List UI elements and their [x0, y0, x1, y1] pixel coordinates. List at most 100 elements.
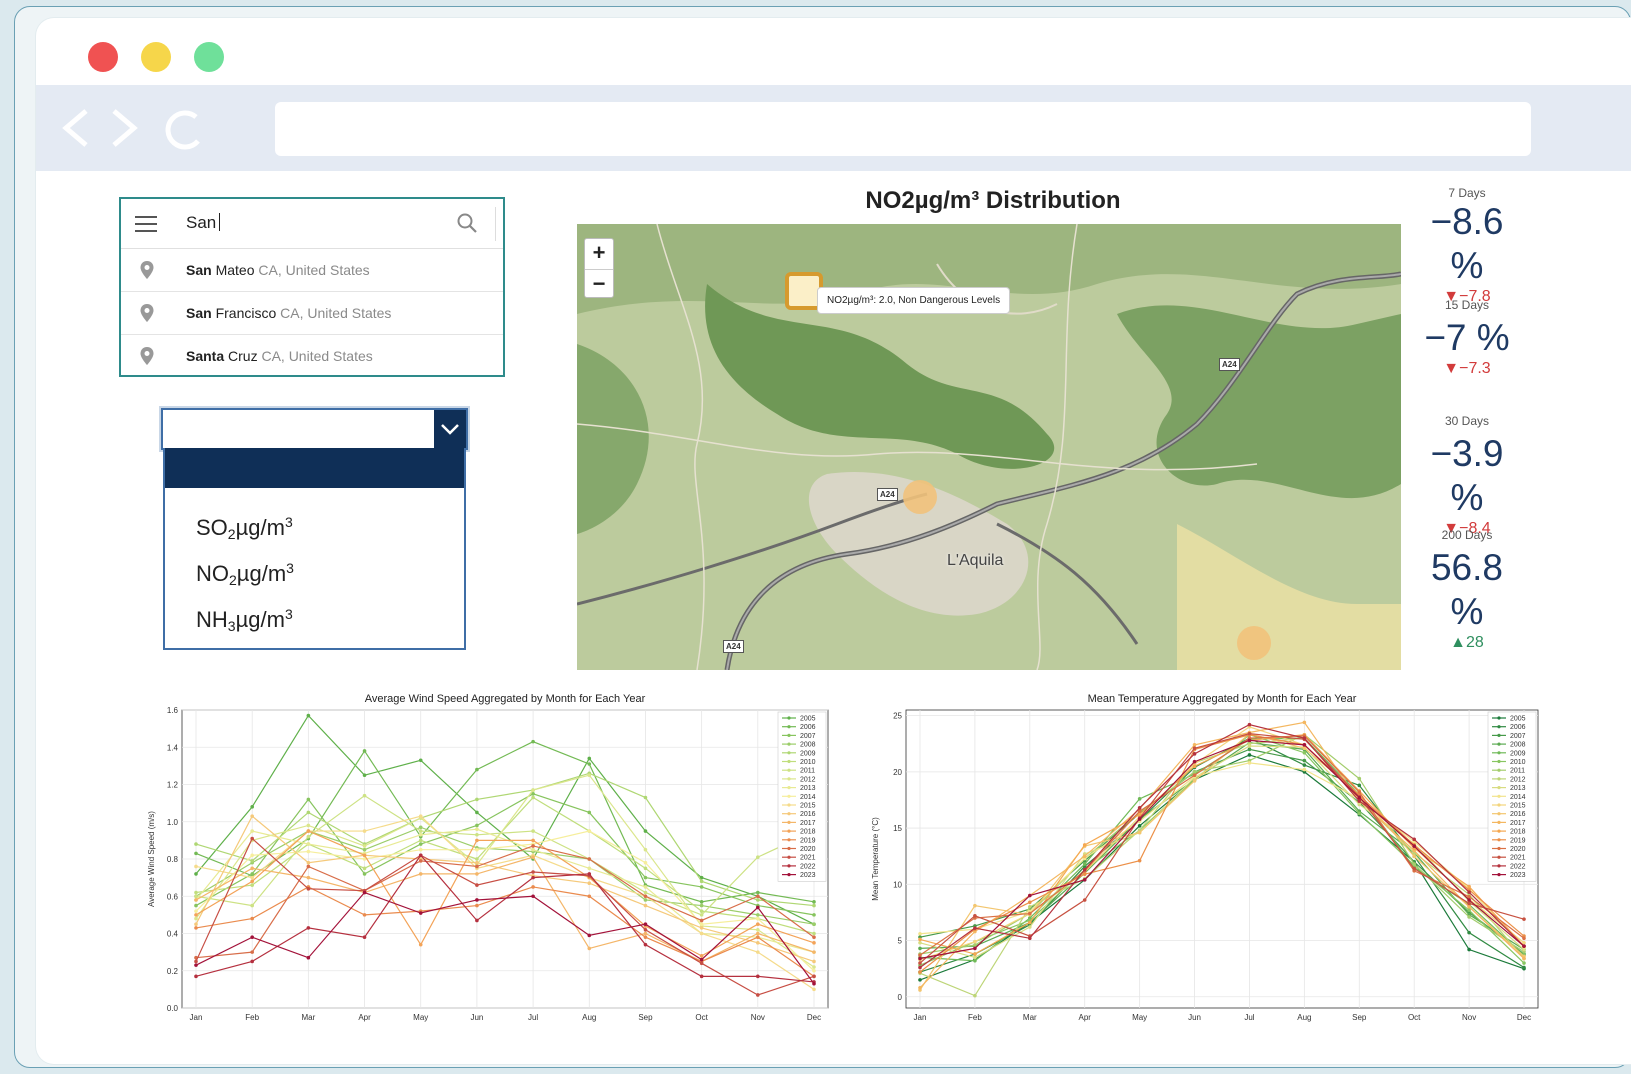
option-no2[interactable]: NO2µg/m3	[196, 560, 294, 588]
y-tick-label: 1.2	[167, 781, 179, 790]
data-point	[250, 853, 254, 858]
data-point	[475, 883, 479, 887]
data-point	[250, 814, 254, 818]
minimize-window-button[interactable]	[141, 42, 171, 72]
data-point	[1247, 731, 1252, 736]
data-point	[1522, 944, 1526, 948]
data-point	[1028, 936, 1032, 941]
data-point	[1082, 867, 1087, 872]
stat-30-days: 30 Days −3.9 % ▼−8.4	[1412, 414, 1522, 538]
legend-entry: 2012	[1510, 776, 1526, 783]
y-tick-label: 0	[898, 993, 903, 1002]
reload-icon[interactable]	[162, 107, 204, 158]
x-tick-label: Jul	[528, 1013, 538, 1022]
data-point	[306, 834, 311, 839]
data-point	[418, 872, 423, 876]
suggestion-location: CA, United States	[258, 262, 370, 278]
data-point	[643, 795, 648, 800]
suggestion-item[interactable]: San Francisco CA, United States	[121, 292, 503, 335]
city-label: L'Aquila	[947, 552, 1004, 569]
search-bar: San	[121, 199, 503, 249]
zoom-out-button[interactable]: −	[585, 269, 613, 299]
data-point	[1137, 797, 1142, 801]
legend-marker	[787, 716, 791, 720]
data-point	[1028, 925, 1032, 929]
x-tick-label: Oct	[695, 1013, 708, 1022]
option-so2[interactable]: SO2µg/m3	[196, 514, 293, 542]
data-point	[1302, 736, 1307, 740]
stat-15-days: 15 Days −7 % ▼−7.3	[1412, 298, 1522, 378]
data-point	[194, 974, 198, 979]
data-point	[531, 875, 535, 880]
chevron-down-icon[interactable]	[434, 410, 466, 448]
data-point	[531, 894, 535, 899]
legend-marker	[1497, 803, 1501, 807]
maximize-window-button[interactable]	[194, 42, 224, 72]
x-tick-label: Jan	[914, 1013, 927, 1022]
legend-entry: 2023	[1510, 872, 1526, 879]
highlighted-option[interactable]	[165, 448, 464, 488]
data-point	[250, 950, 254, 954]
data-point	[194, 959, 198, 964]
data-point	[699, 931, 704, 936]
suggestion-item[interactable]: San Mateo CA, United States	[121, 249, 503, 292]
suggestion-rest: Francisco	[211, 305, 277, 321]
data-point	[756, 898, 760, 902]
data-point	[587, 881, 592, 886]
data-point	[306, 810, 311, 815]
legend-entry: 2006	[800, 724, 816, 731]
data-point	[973, 952, 977, 956]
stat-value: 56.8 %	[1430, 547, 1503, 632]
search-icon[interactable]	[456, 212, 478, 234]
data-point	[699, 961, 704, 966]
data-point	[194, 851, 198, 856]
stat-value: −7 %	[1424, 317, 1510, 358]
y-tick-label: 1.4	[167, 743, 179, 752]
chevron-right-icon[interactable]	[108, 107, 142, 154]
data-point	[531, 838, 535, 843]
data-point	[1082, 878, 1087, 882]
close-window-button[interactable]	[88, 42, 118, 72]
data-point	[587, 872, 592, 876]
zoom-in-button[interactable]: +	[585, 239, 613, 269]
search-input[interactable]: San	[186, 213, 221, 233]
data-point	[1192, 773, 1197, 778]
y-tick-label: 1.6	[167, 706, 179, 715]
data-point	[643, 875, 648, 880]
sensor-marker[interactable]	[903, 480, 937, 514]
data-point	[475, 864, 479, 869]
address-bar[interactable]	[275, 102, 1531, 156]
x-tick-label: Sep	[1352, 1013, 1367, 1022]
data-point	[418, 942, 423, 947]
sensor-marker[interactable]	[1237, 626, 1271, 660]
suggestion-item[interactable]: Santa Cruz CA, United States	[121, 335, 503, 378]
chevron-left-icon[interactable]	[58, 107, 92, 154]
x-tick-label: Nov	[751, 1013, 765, 1022]
location-pin-icon	[140, 261, 154, 279]
data-point	[643, 890, 648, 895]
data-point	[587, 933, 592, 938]
hamburger-menu-icon[interactable]	[135, 216, 157, 232]
data-point	[1412, 837, 1416, 842]
data-point	[812, 900, 816, 904]
pollutant-select[interactable]	[161, 408, 468, 450]
legend-marker	[787, 725, 791, 729]
data-point	[418, 825, 423, 830]
data-point	[973, 926, 977, 930]
data-point	[1412, 866, 1416, 871]
data-point	[1192, 779, 1197, 783]
legend-entry: 2011	[1510, 768, 1525, 775]
data-point	[1247, 744, 1252, 748]
y-axis-label: Mean Temperature (°C)	[871, 817, 880, 901]
data-point	[587, 894, 592, 899]
data-point	[812, 968, 816, 973]
data-point	[918, 956, 922, 961]
distribution-map[interactable]: + − NO2µg/m³: 2.0, Non Dangerous Levels …	[577, 224, 1401, 670]
option-nh3[interactable]: NH3µg/m3	[196, 606, 293, 634]
data-point	[306, 926, 311, 930]
data-point	[194, 922, 198, 926]
data-point	[250, 859, 254, 863]
legend-marker	[787, 786, 791, 790]
data-point	[1467, 894, 1471, 899]
data-point	[643, 898, 648, 902]
